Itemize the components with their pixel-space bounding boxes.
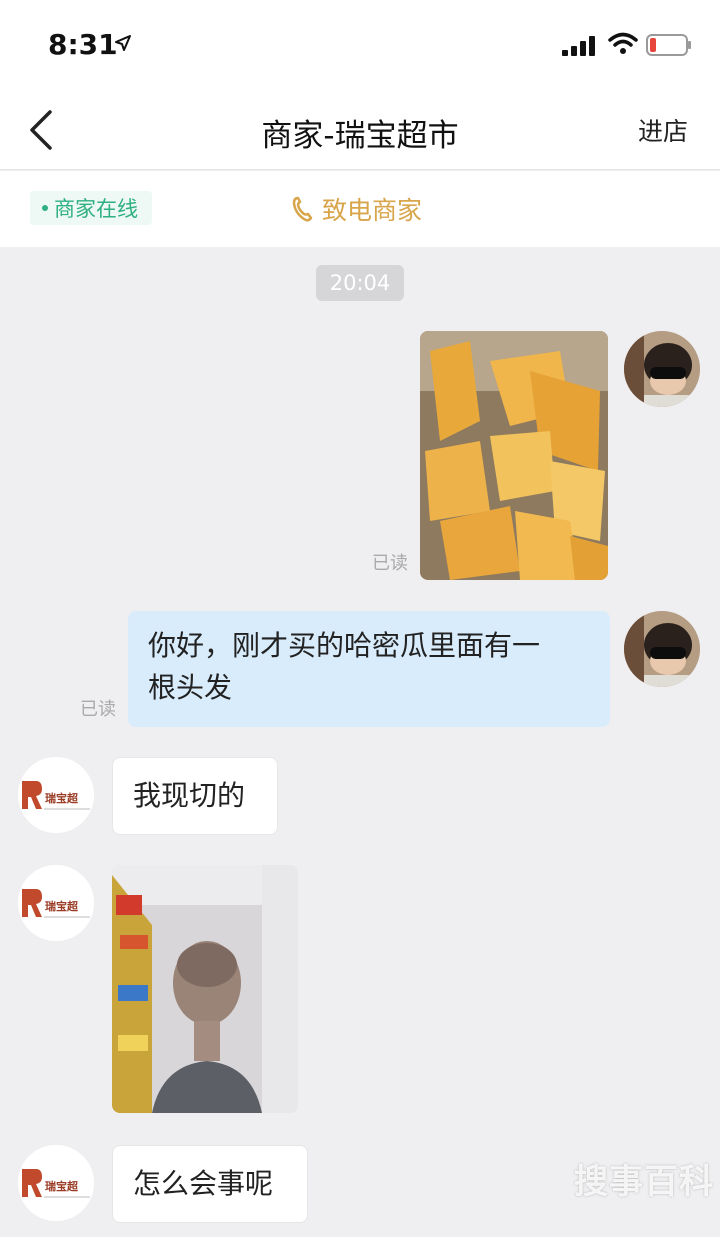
merchant-logo-text: 瑞宝超: [45, 899, 79, 913]
merchant-logo: 瑞宝超: [18, 1145, 94, 1221]
message-text-line: 你好，刚才买的哈密瓜里面有一: [148, 629, 541, 662]
merchant-avatar[interactable]: 瑞宝超: [18, 1145, 94, 1221]
wifi-icon: [608, 32, 638, 54]
user-avatar[interactable]: [624, 611, 700, 687]
enter-store-button[interactable]: 进店: [638, 112, 688, 148]
merchant-logo: 瑞宝超: [18, 865, 94, 941]
cellular-signal-icon: [562, 36, 595, 56]
read-receipt: 已读: [80, 699, 116, 720]
user-avatar-image: [624, 331, 700, 407]
staff-photo: [112, 865, 298, 1113]
merchant-avatar[interactable]: 瑞宝超: [18, 865, 94, 941]
merchant-info-bar: 商家在线 致电商家: [0, 171, 720, 247]
message-text-line: 根头发: [148, 671, 233, 704]
phone-icon: [292, 196, 313, 222]
online-dot-icon: [42, 205, 48, 211]
user-avatar[interactable]: [624, 331, 700, 407]
call-merchant-label: 致电商家: [322, 196, 423, 225]
message-text: 怎么会事呢: [133, 1167, 274, 1200]
user-text-message[interactable]: 你好，刚才买的哈密瓜里面有一 根头发: [128, 611, 610, 727]
merchant-online-badge: 商家在线: [30, 191, 152, 225]
chat-area[interactable]: 20:04 已读 已读 你好，刚才买的哈密瓜里面有一 根头发 瑞宝超 我现切的 …: [0, 247, 720, 1237]
merchant-text-message[interactable]: 怎么会事呢: [112, 1145, 308, 1223]
back-chevron-icon[interactable]: [26, 108, 56, 152]
call-merchant-button[interactable]: 致电商家: [290, 191, 422, 227]
merchant-logo-text: 瑞宝超: [45, 791, 79, 805]
melon-photo-message[interactable]: [420, 331, 608, 580]
read-receipt: 已读: [372, 553, 408, 574]
status-bar: 8:31: [0, 0, 720, 90]
status-time: 8:31: [48, 28, 118, 61]
melon-photo: [420, 331, 608, 580]
location-arrow-icon: [115, 35, 131, 51]
merchant-avatar[interactable]: 瑞宝超: [18, 757, 94, 833]
page-title: 商家-瑞宝超市: [261, 118, 459, 154]
watermark: 搜事百科: [574, 1162, 714, 1202]
battery-low-icon: [646, 34, 691, 56]
message-text: 我现切的: [133, 779, 246, 812]
navigation-bar: 商家-瑞宝超市 进店: [0, 90, 720, 170]
merchant-logo: 瑞宝超: [18, 757, 94, 833]
online-label: 商家在线: [54, 197, 138, 221]
merchant-logo-text: 瑞宝超: [45, 1179, 79, 1193]
staff-photo-message[interactable]: [112, 865, 298, 1113]
timestamp-chip: 20:04: [316, 265, 404, 301]
merchant-text-message[interactable]: 我现切的: [112, 757, 278, 835]
user-avatar-image: [624, 611, 700, 687]
